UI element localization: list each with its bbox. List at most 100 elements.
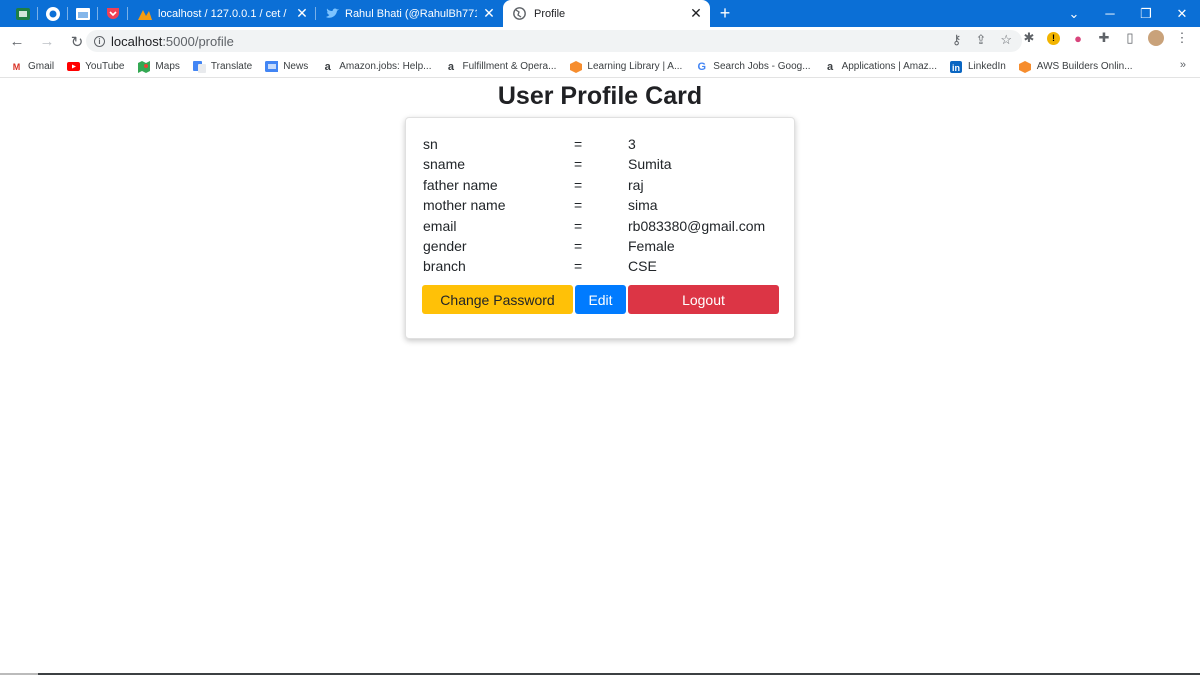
maps-icon: [137, 60, 150, 73]
address-host: localhost: [111, 33, 163, 49]
field-label: father name: [423, 177, 498, 193]
forward-arrow-icon[interactable]: →: [34, 33, 60, 50]
field-label: sname: [423, 156, 466, 172]
new-tab-button[interactable]: +: [710, 0, 740, 27]
field-value: Female: [628, 238, 675, 254]
profile-card: sn = 3 sname = Sumita father name = raj …: [405, 117, 795, 339]
bookmark-applications[interactable]: a Applications | Amaz...: [824, 61, 937, 73]
close-icon[interactable]: ✕: [690, 5, 702, 22]
edit-button[interactable]: Edit: [575, 285, 626, 314]
page-title: User Profile Card: [497, 82, 703, 110]
omnibox-actions: ⚷ ⇪ ☆: [952, 32, 1012, 48]
bookmark-label: Search Jobs - Goog...: [713, 61, 811, 72]
close-icon[interactable]: ✕: [483, 5, 495, 22]
twitter-icon: [326, 8, 339, 18]
info-icon[interactable]: i: [94, 35, 105, 47]
brain-icon[interactable]: ●: [1070, 31, 1086, 46]
tab-profile[interactable]: Profile ✕: [503, 0, 710, 27]
sidebar-icon[interactable]: ▯: [1122, 30, 1138, 46]
bookmark-label: News: [283, 61, 309, 72]
aws-icon: [569, 60, 582, 73]
calendar-icon: [76, 7, 90, 20]
field-value: sima: [628, 197, 658, 213]
svg-text:in: in: [952, 63, 960, 73]
field-equals: =: [574, 197, 583, 213]
bookmarks-overflow-icon[interactable]: »: [1180, 59, 1186, 71]
back-arrow-icon[interactable]: ←: [4, 33, 30, 50]
bookmark-search-jobs[interactable]: G Search Jobs - Goog...: [695, 60, 811, 73]
extensions-area: ✱ ! ● ✚ ▯ ⋮: [1021, 30, 1200, 46]
chevron-down-icon[interactable]: ⌄: [1056, 6, 1092, 22]
aws-icon: [1019, 60, 1032, 73]
tab-phpmyadmin[interactable]: localhost / 127.0.0.1 / cet / mgmt ✕: [128, 0, 316, 27]
window-controls: ⌄ ─ ❐ ✕: [1056, 0, 1200, 27]
field-value: rb083380@gmail.com: [628, 218, 766, 234]
field-equals: =: [574, 136, 583, 152]
github-icon: [46, 6, 60, 21]
pinned-tab-pocket[interactable]: [98, 0, 128, 27]
address-bar[interactable]: i localhost:5000/profile ⚷ ⇪ ☆: [86, 30, 1022, 52]
bookmark-translate[interactable]: Translate: [192, 60, 252, 73]
bookmark-amazon-jobs[interactable]: a Amazon.jobs: Help...: [321, 60, 432, 73]
profile-row-sn: sn = 3: [423, 136, 783, 156]
globe-icon: [513, 7, 526, 20]
puzzle-icon[interactable]: ✚: [1096, 30, 1112, 46]
bookmark-label: YouTube: [85, 61, 125, 72]
field-equals: =: [574, 177, 583, 193]
amazon-icon: a: [324, 60, 331, 73]
restore-icon[interactable]: ❐: [1128, 6, 1164, 22]
kebab-menu-icon[interactable]: ⋮: [1174, 30, 1190, 46]
bookmark-learning-library[interactable]: Learning Library | A...: [569, 60, 683, 73]
field-equals: =: [574, 238, 583, 254]
profile-row-gender: gender = Female: [423, 238, 783, 258]
tab-twitter[interactable]: Rahul Bhati (@RahulBh7711330639 ✕: [316, 0, 503, 27]
pinned-tabs: [0, 0, 128, 27]
bookmark-gmail[interactable]: M Gmail: [10, 61, 54, 72]
change-password-button[interactable]: Change Password: [422, 285, 573, 314]
field-equals: =: [574, 156, 583, 172]
bookmark-label: LinkedIn: [967, 61, 1006, 72]
tab-title: Rahul Bhati (@RahulBh7711330639: [345, 7, 477, 20]
pinned-tab-calendar[interactable]: [68, 0, 98, 27]
bookmark-youtube[interactable]: YouTube: [67, 61, 124, 72]
field-equals: =: [574, 258, 583, 274]
bookmark-aws-builders[interactable]: AWS Builders Onlin...: [1019, 60, 1133, 73]
field-label: email: [423, 218, 457, 234]
field-label: branch: [423, 258, 466, 274]
minimize-icon[interactable]: ─: [1092, 6, 1128, 21]
bookmark-maps[interactable]: Maps: [137, 60, 180, 73]
tab-title: Profile: [534, 7, 566, 20]
bug-icon[interactable]: ✱: [1021, 30, 1037, 46]
avatar[interactable]: [1148, 30, 1164, 46]
bookmark-label: Maps: [155, 61, 180, 72]
spreadsheet-icon: [16, 7, 30, 20]
field-label: gender: [423, 238, 467, 254]
field-label: mother name: [423, 197, 506, 213]
browser-toolbar: ← → ↻ i localhost:5000/profile ⚷ ⇪ ☆ ✱ !…: [0, 27, 1200, 56]
bookmark-label: Fulfillment & Opera...: [462, 61, 557, 72]
star-icon[interactable]: ☆: [1000, 32, 1012, 48]
extension-icon[interactable]: !: [1047, 31, 1060, 45]
field-equals: =: [574, 218, 583, 234]
pinned-tab-github[interactable]: [38, 0, 68, 27]
pinned-tab-excel[interactable]: [8, 0, 38, 27]
close-window-icon[interactable]: ✕: [1164, 6, 1200, 22]
field-label: sn: [423, 136, 438, 152]
field-value: Sumita: [628, 156, 672, 172]
bookmark-fulfillment[interactable]: a Fulfillment & Opera...: [444, 61, 557, 73]
translate-icon: [192, 60, 206, 73]
gmail-icon: M: [12, 61, 21, 72]
key-icon[interactable]: ⚷: [952, 32, 962, 48]
bookmark-linkedin[interactable]: in LinkedIn: [950, 60, 1006, 73]
close-icon[interactable]: ✕: [296, 5, 308, 22]
profile-row-mother-name: mother name = sima: [423, 197, 783, 217]
bookmark-label: Learning Library | A...: [587, 61, 683, 72]
bookmark-label: Applications | Amaz...: [841, 61, 937, 72]
logout-button[interactable]: Logout: [628, 285, 779, 314]
share-icon[interactable]: ⇪: [975, 32, 986, 48]
profile-row-sname: sname = Sumita: [423, 156, 783, 176]
bookmark-news[interactable]: News: [265, 61, 308, 72]
address-path: :5000/profile: [162, 33, 234, 49]
google-icon: G: [697, 60, 707, 73]
field-value: 3: [628, 136, 636, 152]
